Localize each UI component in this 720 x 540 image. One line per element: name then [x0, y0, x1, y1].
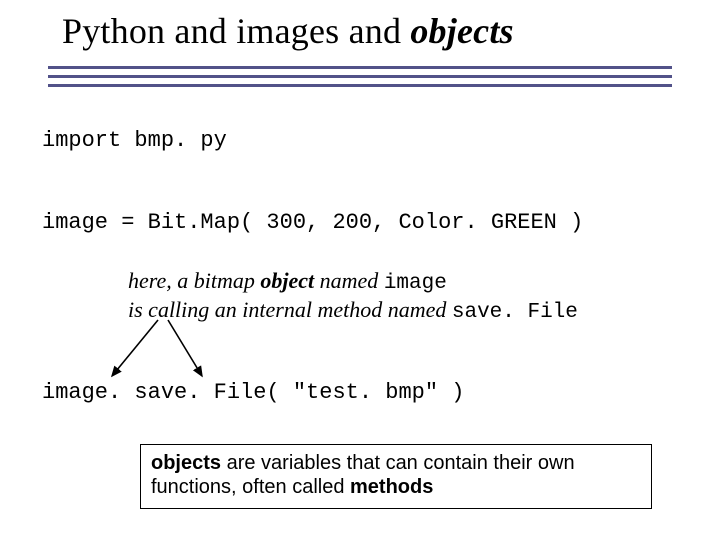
note-line1-mid: named: [314, 268, 384, 293]
note-line2-prefix: is calling an internal method named: [128, 297, 452, 322]
note-line2-mono: save. File: [452, 301, 578, 324]
rule-line: [48, 75, 672, 78]
rule-line: [48, 84, 672, 87]
rule-line: [48, 66, 672, 69]
code-assign: image = Bit.Map( 300, 200, Color. GREEN …: [42, 210, 583, 235]
code-call: image. save. File( "test. bmp" ): [42, 380, 464, 405]
box-bold-2: methods: [350, 476, 433, 498]
note-line1-object: object: [260, 268, 314, 293]
box-bold-1: objects: [151, 452, 221, 474]
title-emphasis: objects: [410, 11, 513, 51]
slide: Python and images and objects import bmp…: [0, 0, 720, 540]
note-line1-prefix: here, a bitmap: [128, 268, 260, 293]
code-import: import bmp. py: [42, 128, 227, 153]
page-title: Python and images and objects: [62, 10, 514, 52]
title-prefix: Python and images and: [62, 11, 410, 51]
title-underline: [48, 66, 672, 87]
annotation-text: here, a bitmap object named image is cal…: [128, 268, 578, 326]
note-line1-mono: image: [384, 272, 447, 295]
definition-box: objects are variables that can contain t…: [140, 444, 652, 509]
